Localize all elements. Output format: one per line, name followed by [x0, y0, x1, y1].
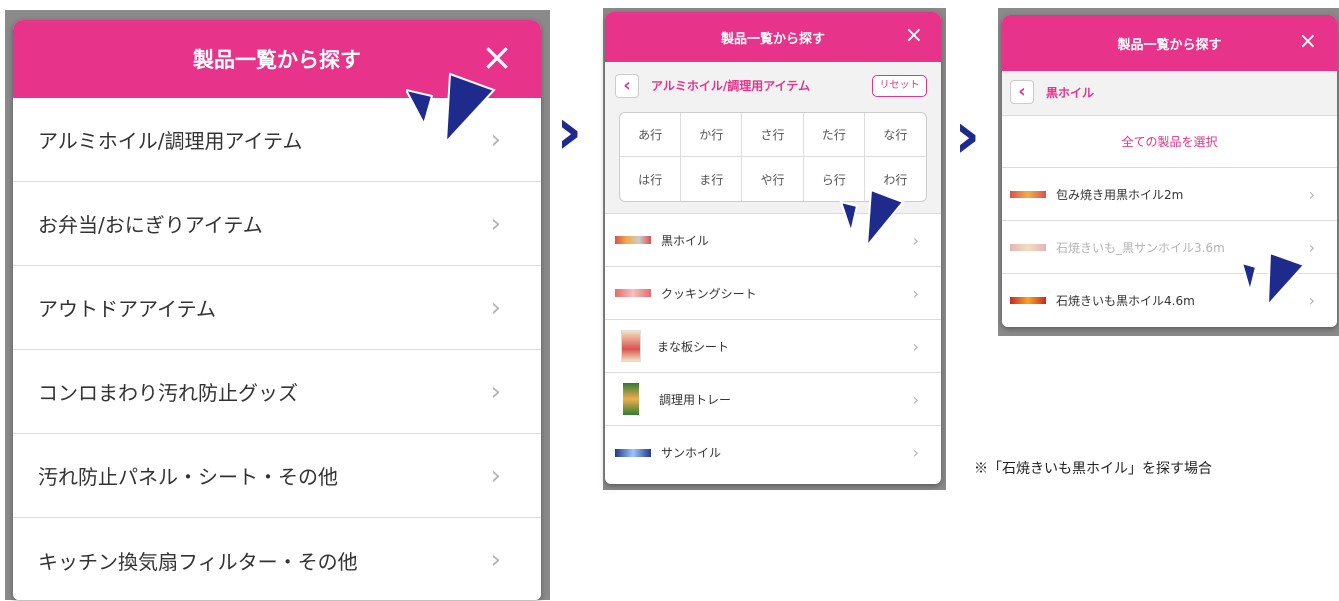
- kana-ka[interactable]: か行: [681, 113, 743, 157]
- product-thumbnail: [1010, 243, 1046, 251]
- chevron-right-icon: ›: [912, 389, 919, 409]
- kana-ma[interactable]: ま行: [681, 157, 743, 201]
- category-label: コンロまわり汚れ防止グッズ: [38, 381, 298, 405]
- chevron-right-icon: ›: [912, 283, 919, 303]
- panel-title: 製品一覧から探す: [720, 31, 825, 47]
- next-arrow-icon: ›: [954, 99, 981, 173]
- next-arrow-icon: ›: [556, 95, 583, 169]
- product-thumbnail: [615, 289, 651, 297]
- panel-header: 製品一覧から探す ×: [1002, 15, 1337, 71]
- category-label: アルミホイル/調理用アイテム: [38, 129, 303, 153]
- close-icon[interactable]: ×: [481, 38, 513, 76]
- product-label: まな板シート: [657, 339, 730, 354]
- product-item-cooking-tray[interactable]: 調理用トレー ›: [605, 373, 941, 426]
- close-icon[interactable]: ×: [1299, 31, 1317, 53]
- product-item-sun-foil[interactable]: サンホイル ›: [605, 426, 941, 479]
- panel-title: 製品一覧から探す: [1117, 37, 1222, 53]
- chevron-right-icon: ›: [1308, 184, 1315, 204]
- category-label: キッチン換気扇フィルター・その他: [38, 549, 358, 574]
- product-label: クッキングシート: [661, 286, 757, 301]
- tap-pointer-icon: [839, 188, 905, 248]
- search-example-note: ※「石焼きいも黒ホイル」を探す場合: [974, 461, 1212, 477]
- chevron-right-icon: ›: [912, 443, 919, 462]
- product-label: 石焼きいも_黒サンホイル3.6m: [1056, 240, 1225, 255]
- product-label: サンホイル: [661, 446, 722, 460]
- tap-pointer-icon: [406, 72, 496, 144]
- chevron-right-icon: ›: [490, 545, 501, 575]
- product-item-tsutsumiyaki[interactable]: 包み焼き用黒ホイル2m ›: [1002, 168, 1337, 221]
- kana-ya[interactable]: や行: [742, 157, 804, 201]
- chevron-right-icon: ›: [490, 460, 501, 491]
- product-thumbnail: [1010, 297, 1046, 304]
- product-thumbnail: [623, 383, 639, 415]
- kana-sa[interactable]: さ行: [742, 113, 804, 157]
- product-list-panel-2: 製品一覧から探す × ‹ アルミホイル/調理用アイテム リセット あ行 か行 さ…: [605, 12, 941, 484]
- product-item-cooking-sheet[interactable]: クッキングシート ›: [605, 267, 941, 320]
- chevron-right-icon: ›: [490, 208, 501, 239]
- product-item-cutting-board-sheet[interactable]: まな板シート ›: [605, 320, 941, 373]
- category-label: 汚れ防止パネル・シート・その他: [38, 465, 338, 489]
- product-thumbnail: [621, 330, 641, 362]
- category-item-bento[interactable]: お弁当/おにぎりアイテム ›: [13, 182, 541, 266]
- chevron-right-icon: ›: [912, 230, 919, 250]
- kana-na[interactable]: な行: [864, 113, 926, 157]
- category-label: アウトドアアイテム: [38, 297, 216, 321]
- product-thumbnail: [615, 236, 651, 244]
- product-label: 黒ホイル: [661, 233, 710, 248]
- panel-header: 製品一覧から探す ×: [605, 12, 941, 62]
- product-label: 石焼きいも黒ホイル4.6m: [1056, 294, 1195, 308]
- chevron-right-icon: ›: [1308, 291, 1315, 310]
- product-thumbnail: [615, 448, 651, 457]
- category-label: お弁当/おにぎりアイテム: [38, 213, 263, 237]
- kana-ha[interactable]: は行: [620, 157, 682, 201]
- close-icon[interactable]: ×: [905, 25, 923, 47]
- category-item-filter[interactable]: キッチン換気扇フィルター・その他 ›: [13, 518, 541, 600]
- category-bar: ‹ 黒ホイル: [1002, 71, 1337, 116]
- chevron-right-icon: ›: [1308, 237, 1315, 257]
- product-list: 黒ホイル › クッキングシート › まな板シート › 調理用トレー › サンホイ…: [605, 214, 941, 479]
- category-item-stove[interactable]: コンロまわり汚れ防止グッズ ›: [13, 350, 541, 434]
- category-item-outdoor[interactable]: アウトドアアイテム ›: [13, 266, 541, 350]
- select-all-button[interactable]: 全ての製品を選択: [1002, 116, 1337, 168]
- chevron-right-icon: ›: [490, 376, 501, 407]
- product-label: 包み焼き用黒ホイル2m: [1056, 187, 1184, 202]
- kana-ta[interactable]: た行: [803, 113, 865, 157]
- reset-button[interactable]: リセット: [872, 75, 927, 97]
- product-list-panel-3: 製品一覧から探す × ‹ 黒ホイル 全ての製品を選択 包み焼き用黒ホイル2m ›…: [1002, 15, 1337, 327]
- current-category: 黒ホイル: [1046, 86, 1095, 100]
- category-list: アルミホイル/調理用アイテム › お弁当/おにぎりアイテム › アウトドアアイテ…: [13, 98, 541, 600]
- back-button[interactable]: ‹: [615, 74, 639, 98]
- chevron-left-icon: ‹: [623, 75, 631, 96]
- chevron-right-icon: ›: [490, 292, 501, 323]
- kana-a[interactable]: あ行: [620, 113, 682, 157]
- chevron-right-icon: ›: [912, 336, 919, 356]
- product-thumbnail: [1010, 190, 1046, 198]
- product-label: 調理用トレー: [659, 392, 732, 407]
- tap-pointer-icon: [1240, 251, 1306, 307]
- select-all-label: 全ての製品を選択: [1121, 135, 1218, 149]
- chevron-left-icon: ‹: [1018, 81, 1026, 102]
- product-list-panel-1: 製品一覧から探す × アルミホイル/調理用アイテム › お弁当/おにぎりアイテム…: [13, 20, 541, 600]
- category-item-panel[interactable]: 汚れ防止パネル・シート・その他 ›: [13, 434, 541, 518]
- back-button[interactable]: ‹: [1010, 80, 1034, 104]
- panel-title: 製品一覧から探す: [193, 48, 361, 72]
- current-category: アルミホイル/調理用アイテム: [651, 79, 811, 93]
